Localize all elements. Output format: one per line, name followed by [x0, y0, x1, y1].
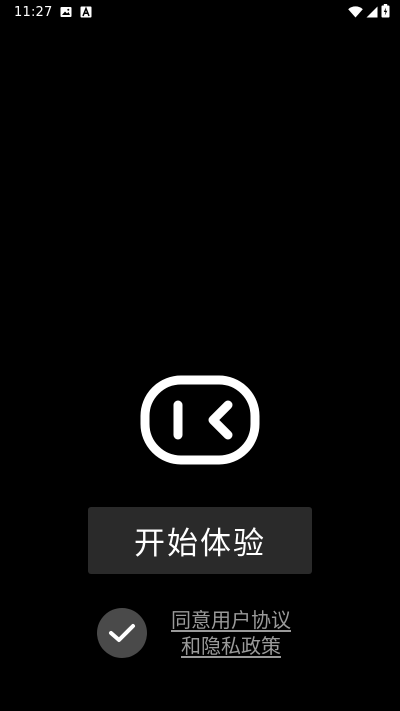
status-bar: 11:27 [0, 0, 400, 24]
user-agreement-link[interactable]: 同意用户协议 [160, 607, 302, 633]
image-icon [60, 6, 72, 18]
battery-icon [381, 3, 390, 22]
status-left-group: 11:27 [14, 5, 92, 20]
privacy-policy-link[interactable]: 和隐私政策 [160, 633, 302, 659]
play-back-icon [140, 375, 260, 465]
status-right-group [348, 3, 390, 22]
wifi-icon [348, 3, 363, 22]
start-experience-button[interactable]: 开始体验 [88, 507, 312, 574]
checkmark-icon [109, 624, 135, 642]
signal-icon [366, 3, 378, 22]
a-icon [80, 6, 92, 18]
app-logo [140, 375, 260, 465]
agree-checkbox[interactable] [97, 608, 147, 658]
status-time: 11:27 [14, 4, 53, 20]
agreement-text: 同意用户协议 和隐私政策 [160, 607, 302, 659]
